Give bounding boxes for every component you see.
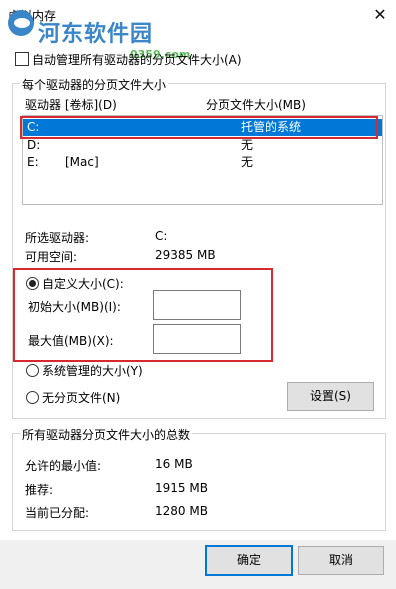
currently-allocated-value: 1280 MB: [155, 504, 208, 518]
free-space-value: 29385 MB: [155, 248, 216, 262]
min-allowed-label: 允许的最小值:: [25, 459, 102, 473]
watermark-text: 河东软件园: [38, 22, 154, 47]
auto-manage-checkbox[interactable]: [15, 52, 29, 66]
system-managed-radio[interactable]: [26, 364, 39, 377]
column-size-header: 分页文件大小(MB): [206, 98, 306, 112]
no-paging-file-radio[interactable]: [26, 391, 39, 404]
free-space-label: 可用空间:: [25, 250, 78, 264]
cancel-button[interactable]: 取消: [298, 546, 384, 575]
drive-size: 无: [241, 155, 254, 169]
drive-letter: E:: [27, 155, 39, 169]
initial-size-input[interactable]: [153, 290, 241, 320]
drives-group-legend: 每个驱动器的分页文件大小: [20, 76, 169, 93]
custom-size-label[interactable]: 自定义大小(C):: [42, 275, 124, 292]
initial-size-label: 初始大小(MB)(I):: [28, 300, 121, 314]
highlight-box-selected-drive: [20, 116, 378, 139]
watermark-logo-icon: [8, 10, 34, 36]
system-managed-label[interactable]: 系统管理的大小(Y): [42, 362, 143, 379]
max-size-label: 最大值(MB)(X):: [28, 334, 114, 348]
ok-button[interactable]: 确定: [205, 545, 293, 576]
drive-row-d[interactable]: D: 无: [23, 137, 382, 154]
auto-manage-label[interactable]: 自动管理所有驱动器的分页文件大小(A): [32, 51, 242, 68]
drive-row-e[interactable]: E: [Mac] 无: [23, 154, 382, 171]
min-allowed-value: 16 MB: [155, 457, 193, 471]
drive-size: 无: [241, 138, 254, 152]
recommended-label: 推荐:: [25, 483, 54, 497]
selected-drive-label: 所选驱动器:: [25, 231, 90, 245]
set-button[interactable]: 设置(S): [287, 382, 374, 411]
no-paging-file-label[interactable]: 无分页文件(N): [42, 389, 120, 406]
drive-letter: D:: [27, 138, 41, 152]
selected-drive-value: C:: [155, 229, 168, 243]
custom-size-radio[interactable]: [26, 277, 39, 290]
recommended-value: 1915 MB: [155, 481, 208, 495]
column-drive-header: 驱动器 [卷标](D): [25, 98, 117, 112]
close-icon[interactable]: ✕: [369, 5, 391, 25]
totals-group-legend: 所有驱动器分页文件大小的总数: [20, 426, 193, 443]
drive-volume-label: [Mac]: [65, 155, 99, 169]
max-size-input[interactable]: [153, 324, 241, 354]
currently-allocated-label: 当前已分配:: [25, 506, 90, 520]
